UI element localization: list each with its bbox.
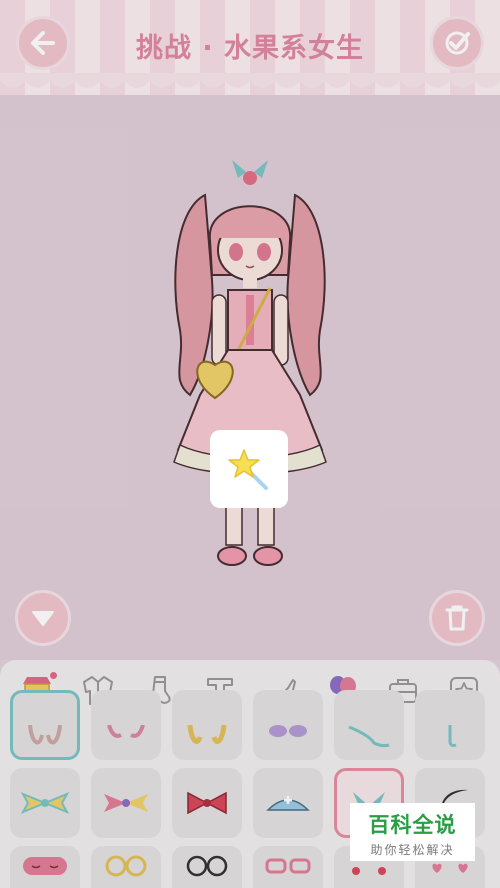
item-bow-yellow[interactable] bbox=[10, 768, 80, 838]
header-bar: 挑战 · 水果系女生 bbox=[0, 0, 500, 95]
ribbon-icon bbox=[348, 725, 390, 748]
item-round-glasses[interactable] bbox=[172, 846, 242, 888]
item-bow-rainbow[interactable] bbox=[91, 768, 161, 838]
item-nurse-cap[interactable] bbox=[253, 768, 323, 838]
nurse-cap-icon bbox=[266, 796, 310, 811]
magic-wand-button[interactable] bbox=[210, 430, 288, 508]
pink-glasses-icon bbox=[265, 858, 311, 874]
yellow-glasses-icon bbox=[105, 855, 147, 877]
watermark-title: 百科全说 bbox=[368, 813, 457, 837]
header-scallop-trim bbox=[0, 73, 500, 88]
back-button[interactable] bbox=[16, 16, 70, 70]
item-glasses-partial[interactable] bbox=[253, 690, 323, 760]
magic-wand-star-icon bbox=[228, 449, 268, 490]
rainbow-bow-icon bbox=[104, 794, 148, 812]
item-horns-gold-partial[interactable] bbox=[172, 690, 242, 760]
arrow-left-icon bbox=[31, 31, 55, 55]
item-ears-partial[interactable] bbox=[91, 690, 161, 760]
character-figure bbox=[173, 160, 327, 566]
trash-button[interactable] bbox=[429, 590, 485, 646]
ears-icon bbox=[107, 725, 145, 738]
page-title: 挑战 · 水果系女生 bbox=[135, 33, 365, 64]
round-glasses-icon bbox=[186, 855, 228, 877]
item-hook-partial[interactable] bbox=[415, 690, 485, 760]
trash-icon bbox=[445, 605, 469, 631]
watermark-subtitle: 助你轻松解决 bbox=[370, 843, 455, 857]
watermark-logo: 百科全说 助你轻松解决 bbox=[350, 803, 475, 861]
horns-icon bbox=[28, 725, 62, 745]
confirm-button[interactable] bbox=[430, 16, 484, 70]
red-bow-icon bbox=[187, 791, 227, 815]
triangle-down-icon bbox=[32, 611, 54, 626]
collapse-button[interactable] bbox=[15, 590, 71, 646]
sleep-mask-icon bbox=[23, 857, 67, 875]
item-ribbon-partial[interactable] bbox=[334, 690, 404, 760]
item-bow-red[interactable] bbox=[172, 768, 242, 838]
hook-icon bbox=[448, 725, 457, 747]
item-sleep-mask[interactable] bbox=[10, 846, 80, 888]
yellow-bow-icon bbox=[20, 791, 70, 815]
item-pink-glasses[interactable] bbox=[253, 846, 323, 888]
item-horns-partial[interactable] bbox=[10, 690, 80, 760]
item-yellow-glasses[interactable] bbox=[91, 846, 161, 888]
check-icon bbox=[445, 31, 470, 55]
dress-up-stage bbox=[0, 95, 500, 660]
gold-horns-icon bbox=[187, 725, 227, 744]
purple-glasses-icon bbox=[269, 725, 307, 737]
